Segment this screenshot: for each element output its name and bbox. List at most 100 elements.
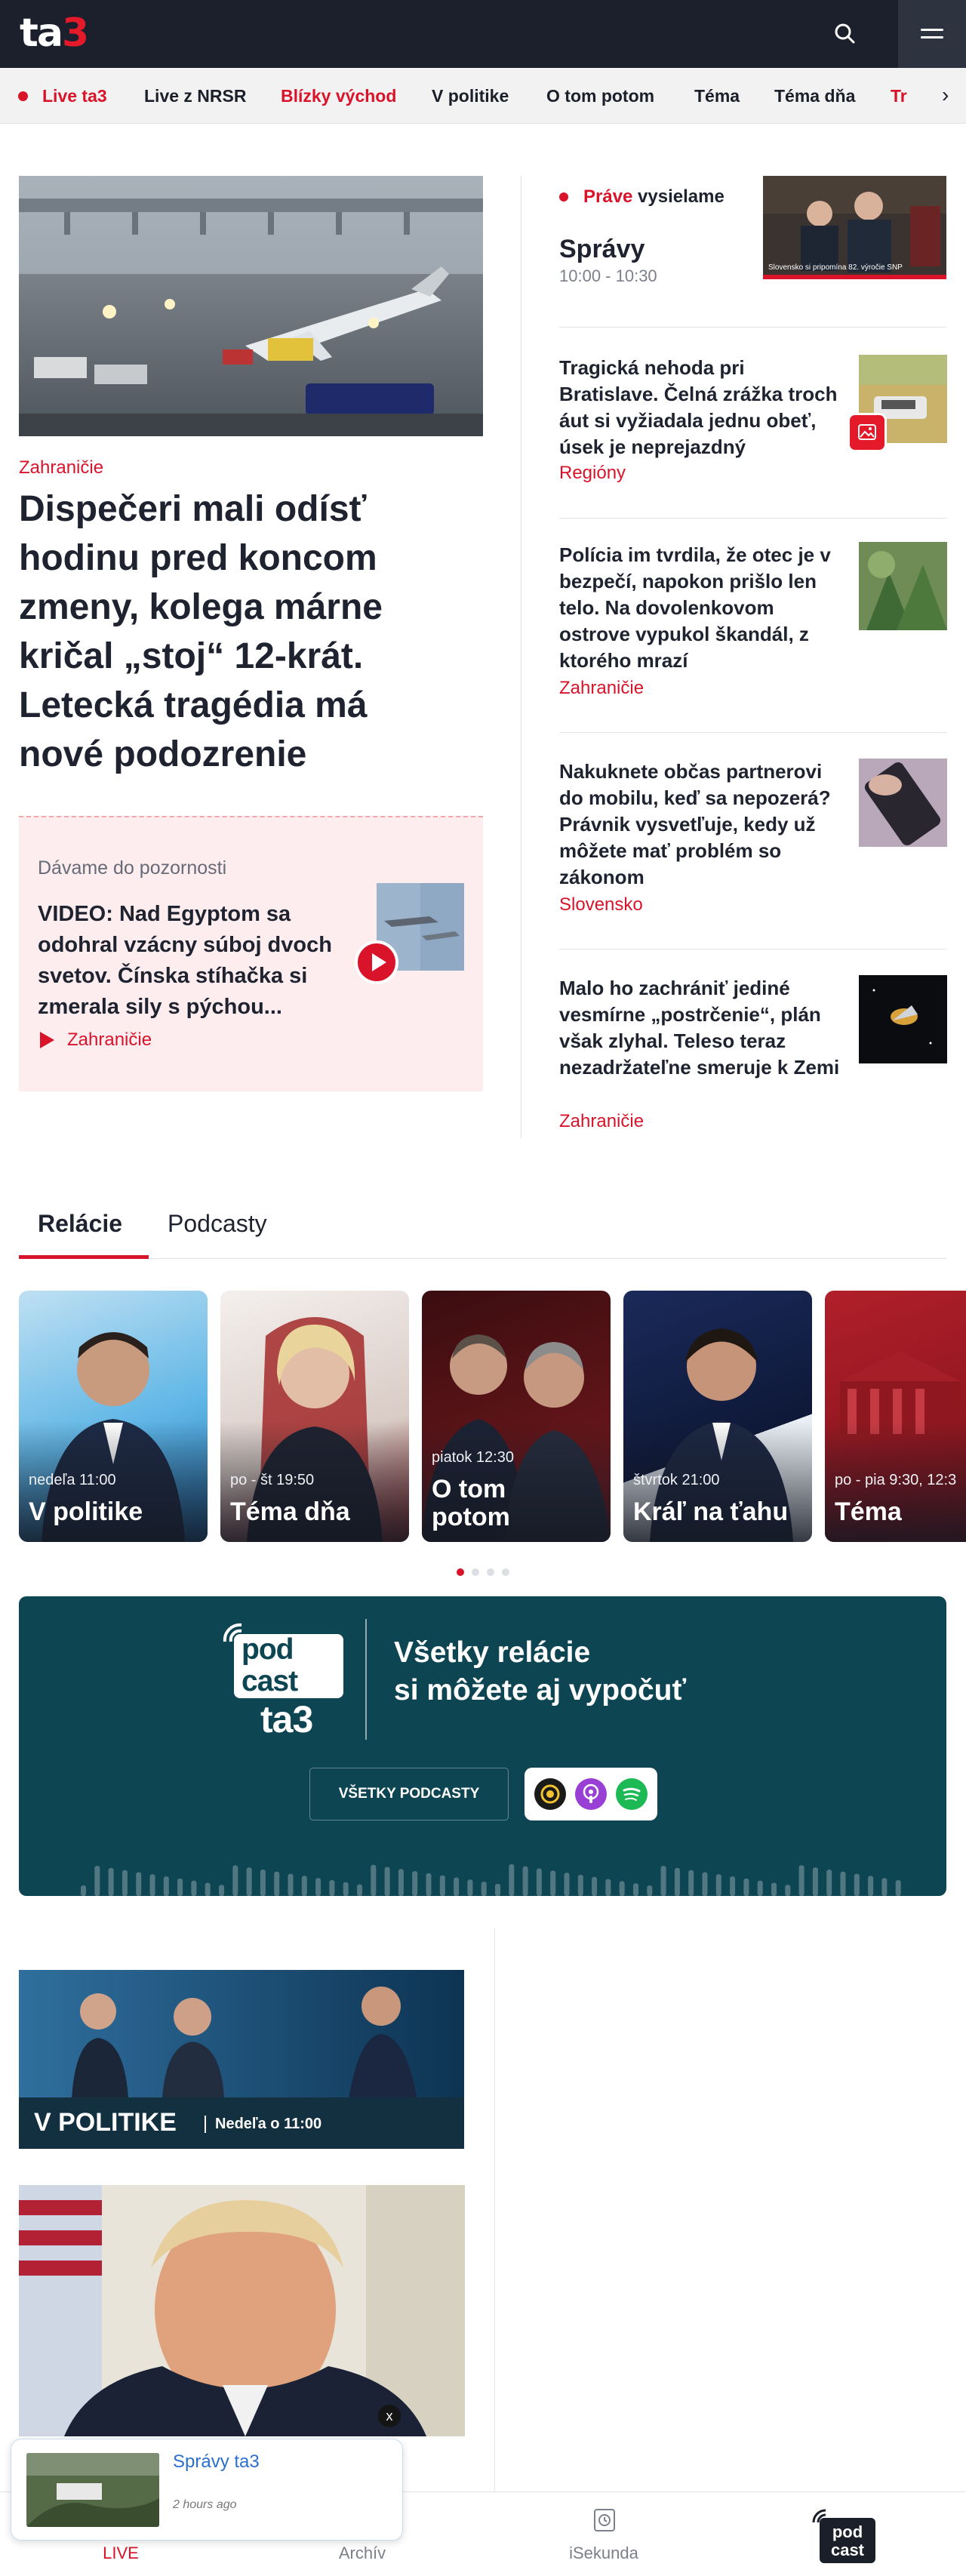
promo-category[interactable]: Zahraničie [39, 1029, 152, 1051]
side-story: Tragická nehoda pri Bratislave. Čelná zr… [559, 355, 947, 498]
side-story-title[interactable]: Tragická nehoda pri Bratislave. Čelná zr… [559, 355, 846, 460]
svg-text:pod: pod [832, 2522, 863, 2541]
live-progress-bar [763, 275, 946, 279]
side-story-title[interactable]: Polícia im tvrdila, že otec je v bezpečí… [559, 542, 846, 674]
notification-title[interactable]: Správy ta3 [173, 2451, 260, 2473]
live-dot-icon [559, 192, 568, 202]
pocket-casts-icon[interactable] [534, 1778, 566, 1810]
show-schedule: nedeľa 11:00 [29, 1472, 116, 1488]
spotify-icon[interactable] [616, 1778, 648, 1810]
search-icon[interactable] [830, 19, 860, 49]
nav-item-tema[interactable]: Téma [694, 85, 740, 106]
side-story-category[interactable]: Slovensko [559, 894, 643, 916]
notification-toast[interactable]: Správy ta3 2 hours ago [11, 2439, 403, 2541]
podcast-ta3-logo: pod cast ta3 [219, 1619, 370, 1755]
apple-podcasts-icon[interactable] [575, 1778, 607, 1810]
podcast-logo-ta3: ta3 [260, 1698, 313, 1740]
live-dot-icon [18, 91, 28, 101]
all-podcasts-button[interactable]: VŠETKY PODCASTY [309, 1768, 509, 1820]
side-story: Malo ho zachrániť jediné vesmírne „postr… [559, 975, 947, 1149]
bottom-nav-label: iSekunda [569, 2544, 638, 2562]
play-icon[interactable] [355, 940, 398, 984]
nav-item-truncated[interactable]: Tr [891, 85, 907, 106]
side-story: Polícia im tvrdila, že otec je v bezpečí… [559, 542, 947, 716]
podcast-headline: Všetky relácie si môžete aj vypočuť [394, 1636, 687, 1707]
carousel-dot[interactable] [472, 1568, 479, 1576]
promo-title[interactable]: VIDEO: Nad Egyptom sa odohral vzácny súb… [38, 899, 362, 1023]
bottom-nav-isekunda[interactable]: iSekunda [483, 2492, 724, 2576]
side-story-category[interactable]: Regióny [559, 463, 626, 484]
column-divider [494, 1928, 495, 2494]
bottom-nav-label: LIVE [103, 2544, 139, 2562]
nav-item-live-nrsr[interactable]: Live z NRSR [144, 85, 246, 106]
show-card-tema[interactable]: po - pia 9:30, 12:3 Téma [825, 1291, 966, 1542]
show-card-kral-na-tahu[interactable]: štvrtok 21:00 Kráľ na ťahu [623, 1291, 812, 1542]
show-name: Téma [835, 1497, 902, 1526]
side-story: Nakuknete občas partnerovi do mobilu, ke… [559, 759, 947, 932]
show-schedule: piatok 12:30 [432, 1449, 514, 1466]
tab-relacie[interactable]: Relácie [38, 1208, 122, 1239]
carousel-dot[interactable] [457, 1568, 464, 1576]
side-story-title[interactable]: Nakuknete občas partnerovi do mobilu, ke… [559, 759, 846, 891]
side-story-category[interactable]: Zahraničie [559, 678, 644, 699]
category-nav: Live ta3 Live z NRSR Blízky východ V pol… [0, 68, 966, 124]
ta3-logo[interactable]: ta3 [20, 11, 89, 56]
close-ad-button[interactable]: x [378, 2405, 401, 2427]
carousel-dot[interactable] [487, 1568, 494, 1576]
audio-wave-decoration [81, 1864, 901, 1896]
side-story-thumbnail[interactable] [859, 542, 947, 630]
podcast-logo-icon: pod cast [812, 2509, 875, 2563]
divider [559, 518, 946, 519]
show-schedule: po - pia 9:30, 12:3 [835, 1472, 957, 1488]
active-tab-indicator [19, 1255, 149, 1259]
top-bar: ta3 [0, 0, 966, 68]
nav-item-tema-dna[interactable]: Téma dňa [774, 85, 855, 106]
gallery-icon [848, 413, 887, 452]
show-name: Téma dňa [230, 1497, 350, 1526]
promo-box: Dávame do pozornosti VIDEO: Nad Egyptom … [19, 816, 483, 1091]
podcast-divider [365, 1619, 367, 1740]
article-image[interactable] [19, 2185, 465, 2436]
nav-item-blizky-vychod[interactable]: Blízky východ [281, 85, 396, 106]
nav-item-live-ta3[interactable]: Live ta3 [42, 85, 107, 106]
podcast-banner: pod cast ta3 Všetky relácie si môžete aj… [19, 1596, 946, 1896]
nav-item-o-tom-potom[interactable]: O tom potom [546, 85, 654, 106]
divider [559, 327, 946, 328]
live-show-title[interactable]: Správy [559, 235, 645, 264]
notification-image [26, 2453, 159, 2527]
side-story-thumbnail[interactable] [859, 975, 947, 1063]
show-card-tema-dna[interactable]: po - št 19:50 Téma dňa [220, 1291, 409, 1542]
isekunda-icon [594, 2509, 615, 2531]
bottom-nav-label: Archív [338, 2544, 386, 2562]
live-now-label: Práve vysielame [583, 186, 724, 207]
show-card-v-politike[interactable]: nedeľa 11:00 V politike [19, 1291, 208, 1542]
side-story-category[interactable]: Zahraničie [559, 1111, 644, 1132]
promo-label: Dávame do pozornosti [38, 857, 227, 879]
live-stream-thumbnail[interactable]: Slovensko si pripomína 82. výročie SNP [763, 176, 946, 279]
svg-text:cast: cast [831, 2541, 865, 2559]
live-thumbnail-caption: Slovensko si pripomína 82. výročie SNP [768, 263, 903, 272]
hamburger-menu-icon[interactable] [898, 0, 966, 68]
nav-item-v-politike[interactable]: V politike [432, 85, 509, 106]
carousel-dot[interactable] [502, 1568, 509, 1576]
side-story-title[interactable]: Malo ho zachrániť jediné vesmírne „postr… [559, 975, 846, 1081]
v-politike-title: V POLITIKE [34, 2108, 177, 2137]
lead-story-category[interactable]: Zahraničie [19, 457, 103, 479]
tabs-baseline [19, 1258, 946, 1259]
live-show-time: 10:00 - 10:30 [559, 266, 657, 285]
v-politike-schedule: Nedeľa o 11:00 [205, 2116, 321, 2133]
nav-scroll-right-button[interactable]: › [912, 68, 966, 123]
lead-story-image[interactable] [19, 176, 483, 436]
show-schedule: po - št 19:50 [230, 1472, 315, 1488]
show-name: O tom potom [432, 1475, 510, 1531]
show-schedule: štvrtok 21:00 [633, 1472, 720, 1488]
tab-podcasty[interactable]: Podcasty [168, 1208, 267, 1239]
side-story-thumbnail[interactable] [859, 759, 947, 847]
show-card-o-tom-potom[interactable]: piatok 12:30 O tom potom [422, 1291, 611, 1542]
podcast-apps [525, 1768, 657, 1820]
podcast-logo-text: pod cast [242, 1633, 298, 1697]
show-name: V politike [29, 1497, 143, 1526]
v-politike-banner[interactable]: V POLITIKE Nedeľa o 11:00 [19, 1970, 464, 2149]
lead-story-title[interactable]: Dispečeri mali odísť hodinu pred koncom … [19, 485, 457, 779]
bottom-nav-podcast[interactable]: pod cast [724, 2492, 966, 2576]
